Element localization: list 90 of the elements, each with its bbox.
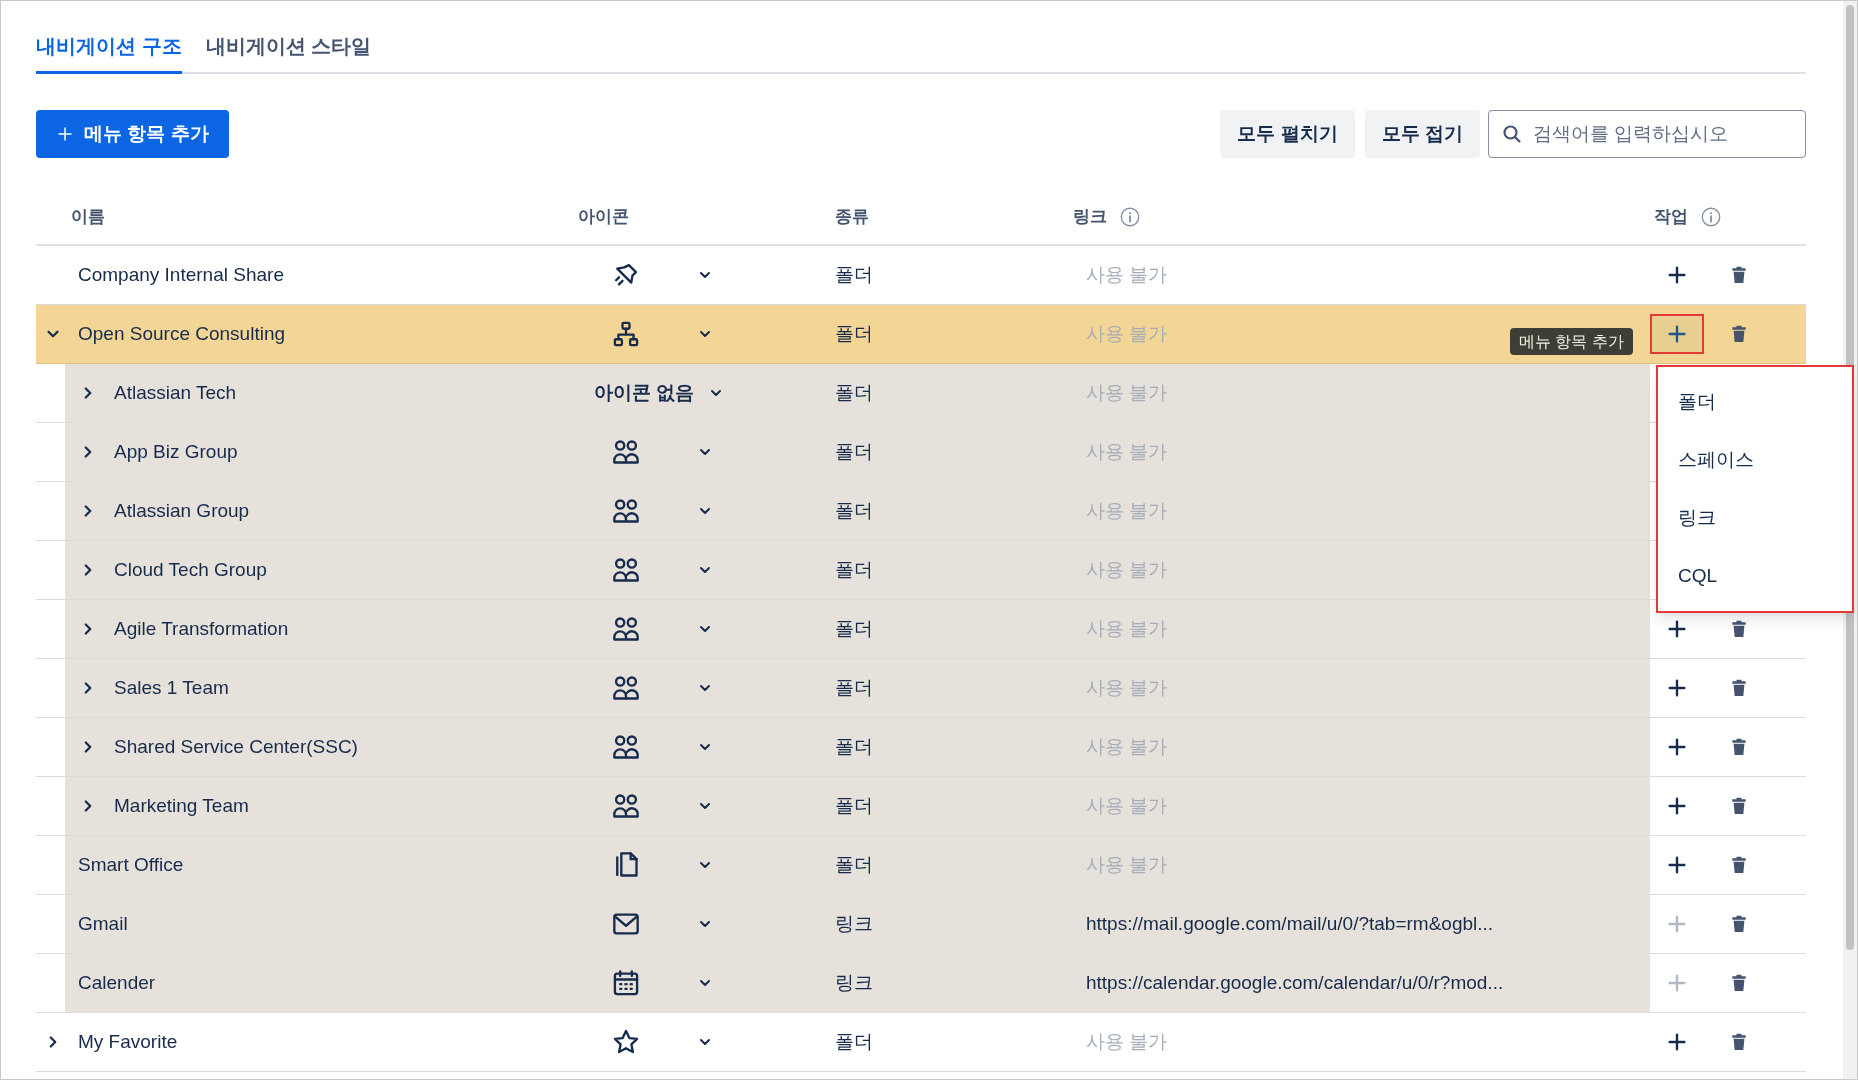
item-type: 폴더: [835, 380, 873, 405]
link-unavailable: 사용 불가: [1086, 380, 1168, 405]
trash-icon: [1729, 796, 1749, 816]
item-name: Atlassian Group: [114, 498, 250, 523]
trash-icon: [1729, 973, 1749, 993]
link-unavailable: 사용 불가: [1086, 321, 1168, 346]
trash-icon: [1729, 324, 1749, 344]
people-icon: [612, 438, 640, 466]
item-type: 폴더: [835, 498, 873, 523]
item-name: Agile Transformation: [114, 616, 289, 641]
people-icon: [612, 792, 640, 820]
item-type: 폴더: [835, 557, 873, 582]
add-menu-item-button[interactable]: 메뉴 항목 추가: [36, 110, 229, 158]
column-header: 아이콘: [578, 206, 629, 229]
star-icon: [612, 1028, 640, 1056]
item-name: My Favorite: [78, 1029, 178, 1054]
menu-item[interactable]: CQL: [1658, 547, 1852, 605]
search-field[interactable]: 검색어를 입력하십시오: [1488, 110, 1806, 158]
trash-icon: [1729, 855, 1749, 875]
people-icon: [612, 674, 640, 702]
link-unavailable: 사용 불가: [1086, 498, 1168, 523]
calendar-icon: [612, 969, 640, 997]
item-type: 폴더: [835, 1029, 873, 1054]
menu-item[interactable]: 스페이스: [1658, 431, 1852, 489]
menu-item[interactable]: 폴더: [1658, 373, 1852, 431]
link-unavailable: 사용 불가: [1086, 262, 1168, 287]
item-name: Shared Service Center(SSC): [114, 734, 358, 759]
item-type: 폴더: [835, 262, 873, 287]
link-unavailable: 사용 불가: [1086, 616, 1168, 641]
people-icon: [612, 615, 640, 643]
item-type: 폴더: [835, 439, 873, 464]
plus-icon: [1666, 323, 1688, 345]
item-type: 폴더: [835, 616, 873, 641]
item-name: Marketing Team: [114, 793, 249, 818]
trash-icon: [1729, 914, 1749, 934]
sitemap-icon: [612, 320, 640, 348]
plus-icon: [1666, 618, 1688, 640]
link-unavailable: 사용 불가: [1086, 852, 1168, 877]
item-type: 폴더: [835, 793, 873, 818]
collapse-all-button[interactable]: 모두 접기: [1364, 110, 1480, 158]
plus-icon: [1666, 972, 1688, 994]
link-unavailable: 사용 불가: [1086, 734, 1168, 759]
link-unavailable: 사용 불가: [1086, 557, 1168, 582]
item-name: Open Source Consulting: [78, 321, 285, 346]
plus-icon: [1666, 736, 1688, 758]
column-header: 이름: [71, 206, 105, 229]
item-name: Gmail: [78, 911, 128, 936]
link-unavailable: 사용 불가: [1086, 793, 1168, 818]
link-url: https://calendar.google.com/calendar/u/0/r?mod...: [1086, 970, 1504, 995]
link-unavailable: 사용 불가: [1086, 675, 1168, 700]
link-url: https://mail.google.com/mail/u/0/?tab=rm&ogbl...: [1086, 911, 1494, 936]
item-type: 링크: [835, 970, 873, 995]
link-unavailable: 사용 불가: [1086, 1029, 1168, 1054]
tab[interactable]: 내비게이션 스타일: [205, 31, 372, 74]
item-name: Company Internal Share: [78, 262, 284, 287]
item-type: 폴더: [835, 675, 873, 700]
plus-icon: [1666, 1031, 1688, 1053]
people-icon: [612, 556, 640, 584]
column-header: 링크: [1073, 206, 1107, 229]
trash-icon: [1729, 1032, 1749, 1052]
trash-icon: [1729, 265, 1749, 285]
column-header: 작업: [1654, 206, 1688, 229]
item-name: Sales 1 Team: [114, 675, 229, 700]
item-name: Cloud Tech Group: [114, 557, 267, 582]
plus-icon: [1666, 264, 1688, 286]
plus-icon: [1666, 913, 1688, 935]
trash-icon: [1729, 619, 1749, 639]
tooltip: 메뉴 항목 추가: [1510, 328, 1633, 355]
item-type: 폴더: [835, 734, 873, 759]
item-name: Atlassian Tech: [114, 380, 237, 405]
column-header: 종류: [835, 206, 869, 229]
search-icon: [1502, 124, 1522, 144]
people-icon: [612, 497, 640, 525]
plus-icon: [1666, 854, 1688, 876]
plus-icon: [1666, 795, 1688, 817]
menu-item[interactable]: 링크: [1658, 489, 1852, 547]
link-unavailable: 사용 불가: [1086, 439, 1168, 464]
plus-icon: [1666, 677, 1688, 699]
item-name: App Biz Group: [114, 439, 238, 464]
item-type: 폴더: [835, 852, 873, 877]
item-name: Calender: [78, 970, 156, 995]
trash-icon: [1729, 678, 1749, 698]
plus-icon: [56, 125, 74, 143]
people-icon: [612, 733, 640, 761]
item-name: Smart Office: [78, 852, 184, 877]
trash-icon: [1729, 737, 1749, 757]
tab[interactable]: 내비게이션 구조: [36, 31, 182, 74]
item-type: 링크: [835, 911, 873, 936]
expand-all-button[interactable]: 모두 펼치기: [1220, 110, 1355, 158]
item-type: 폴더: [835, 321, 873, 346]
